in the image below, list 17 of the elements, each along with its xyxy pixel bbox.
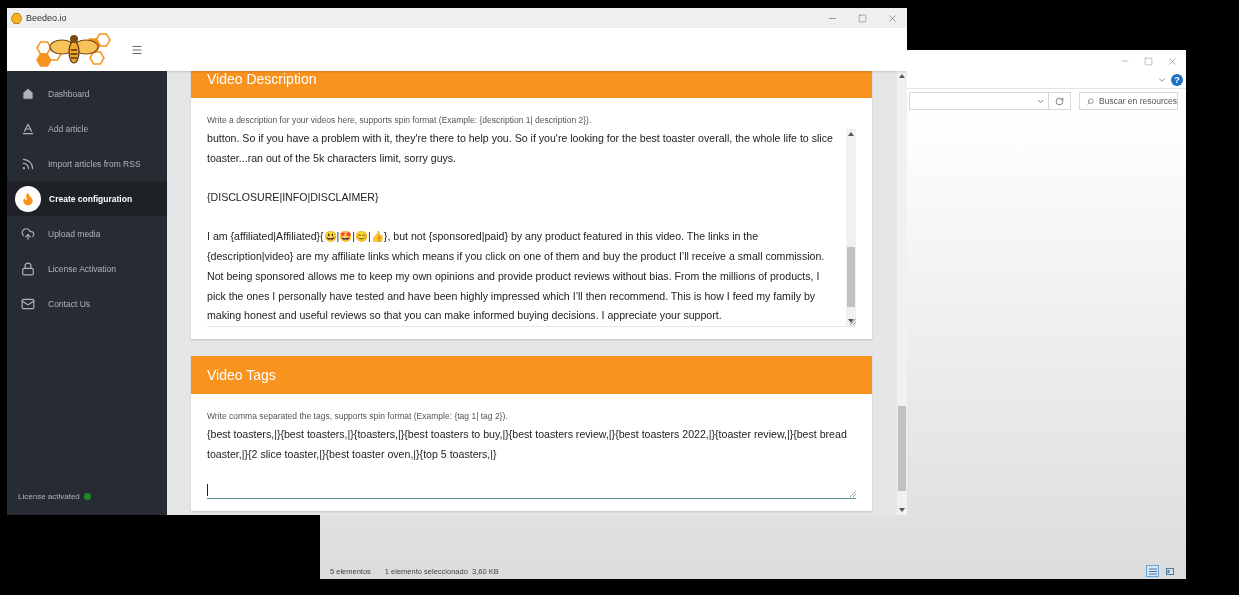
section-header: Video Tags [191,356,872,394]
sidebar-item[interactable]: Create configuration [7,181,167,216]
search-field[interactable]: Buscar en resources [1079,92,1178,110]
sidebar-item[interactable]: Contact Us [7,286,167,321]
license-status: License activated [18,492,80,501]
sidebar-item[interactable]: Upload media [7,216,167,251]
sidebar-item[interactable]: License Activation [7,251,167,286]
sidebar-item[interactable]: Import articles from RSS [7,146,167,181]
window-title: Beedeo.io [26,13,67,23]
help-icon[interactable]: ? [1171,74,1183,86]
section-header: Video Description [191,71,872,98]
field-hint: Write a description for your videos here, supports spin format (Example: {description 1| description 2}). [207,115,593,125]
text-area[interactable]: button. So if you have a problem with it, they're there to help you. So if you're looking for the best toaster overall, the whole life to slice toaster...ran out of the 5k characters limit, sorry guys. {DISCLOSURE|INFO|DISCLAIMER} I am {affiliated|Affiliated}{😃|🤩|😊|👍}, but not {sponsored|paid} by any product featured in this video. The links in the {description|video} are my affiliate links which means if you click on one of them and buy the product I’ll receive a small commission. Not being sponsored allows me to keep my own opinions and provide product reviews without bias. From the millions of products, I pick the ones I personally have tested and have been highly impressed which I’ll then recommend. This is how I feed my family by making honest and useful reviews so that you can make informed buying decisions. I appreciate your support. [207,129,856,327]
field-hint: Write comma separated the tags, supports spin format (Example: {tag 1| tag 2}). [207,411,509,421]
sidebar-item[interactable]: Add article [7,111,167,146]
text-area[interactable]: {best toasters,|}{best toasters,|}{toasters,|}{best toasters to buy,|}{best toasters review,|}{best toasters 2022,|}{toaster review,|}{best bread toaster,|}{2 slice toaster,|}{best toaster oven,|}{top 5 toasters,|} [207,425,856,500]
sidebar-item[interactable]: Dashboard [7,76,167,111]
